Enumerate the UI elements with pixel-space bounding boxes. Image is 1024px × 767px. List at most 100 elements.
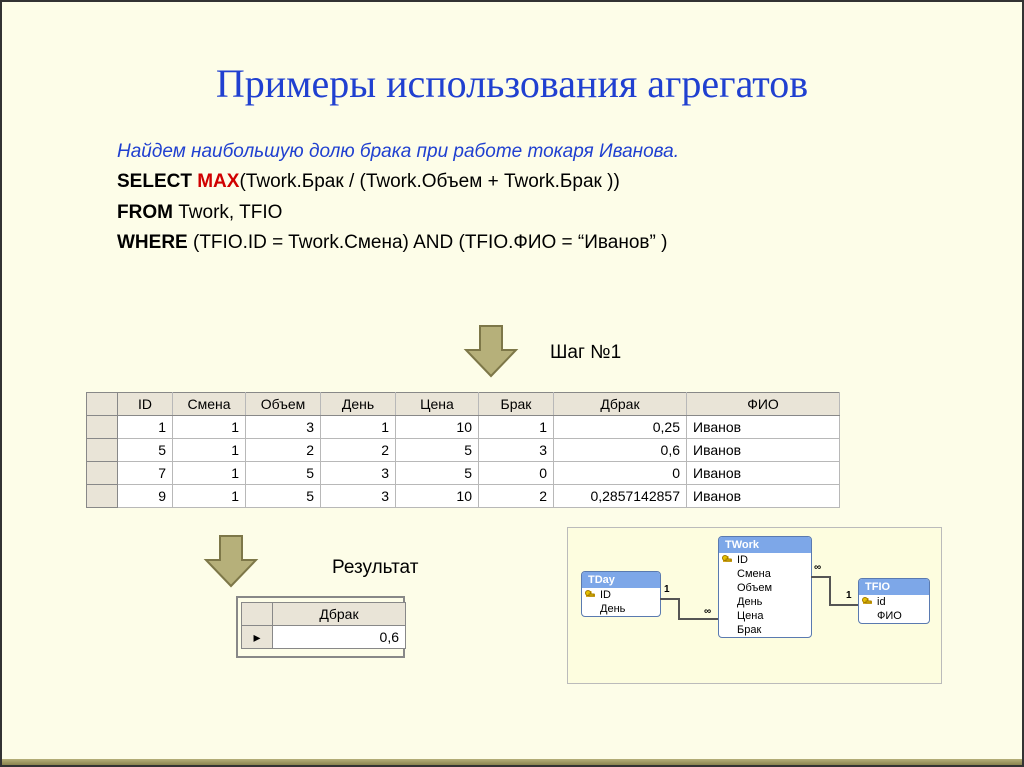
kw-from: FROM — [117, 202, 178, 223]
col-header: ID — [118, 393, 173, 416]
intro-line: Найдем наибольшую долю брака при работе … — [117, 137, 907, 167]
cell: 5 — [246, 462, 321, 485]
cell: 1 — [173, 439, 246, 462]
row-selector — [87, 439, 118, 462]
row-selector-current: ▸ — [242, 626, 273, 649]
row-selector — [87, 416, 118, 439]
result-header: Дбрак — [273, 603, 406, 626]
sql-rest-3: (TFIO.ID = Twork.Смена) AND (TFIO.ФИО = … — [193, 232, 667, 253]
schema-field: День — [582, 602, 660, 616]
schema-field: ФИО — [859, 609, 929, 623]
relation-many: ∞ — [704, 606, 711, 617]
cell: 9 — [118, 485, 173, 508]
col-header: Брак — [479, 393, 554, 416]
relation-line — [829, 576, 831, 604]
kw-select: SELECT — [117, 171, 197, 192]
sql-rest-2: Twork, TFIO — [178, 202, 282, 223]
col-header: Цена — [396, 393, 479, 416]
schema-field: Брак — [719, 623, 811, 637]
cell: 1 — [173, 485, 246, 508]
cell: 5 — [118, 439, 173, 462]
schema-table-twork: TWork ID Смена Объем День Цена Брак — [718, 536, 812, 638]
cell: 0 — [479, 462, 554, 485]
col-header: Объем — [246, 393, 321, 416]
cell: 5 — [396, 462, 479, 485]
schema-field: Цена — [719, 609, 811, 623]
cell: 3 — [321, 485, 396, 508]
schema-field: Смена — [719, 567, 811, 581]
cell: 1 — [173, 462, 246, 485]
kw-where: WHERE — [117, 232, 193, 253]
row-selector-header — [87, 393, 118, 416]
cell: 3 — [321, 462, 396, 485]
body-text: Найдем наибольшую долю брака при работе … — [117, 137, 907, 259]
schema-field-label: ID — [737, 554, 748, 566]
cell: 10 — [396, 485, 479, 508]
result-value: 0,6 — [273, 626, 406, 649]
cell: Иванов — [687, 439, 840, 462]
cell: Иванов — [687, 462, 840, 485]
cell: 0 — [554, 462, 687, 485]
step-label: Шаг №1 — [550, 342, 621, 364]
schema-field-key: ID — [582, 588, 660, 602]
schema-field-label: ID — [600, 589, 611, 601]
table-header-row: ID Смена Объем День Цена Брак Дбрак ФИО — [87, 393, 840, 416]
arrow-down-icon — [202, 532, 260, 590]
cell: 0,25 — [554, 416, 687, 439]
cell: 3 — [246, 416, 321, 439]
cell: 0,2857142857 — [554, 485, 687, 508]
row-selector — [87, 462, 118, 485]
arrow-down-icon — [462, 322, 520, 380]
schema-field: Объем — [719, 581, 811, 595]
relationship-diagram: TDay ID День TWork ID Смена Объем День Ц… — [567, 527, 942, 684]
schema-title: TFIO — [859, 579, 929, 595]
sql-rest-1: (Twork.Брак / (Twork.Объем + Twork.Брак … — [239, 171, 619, 192]
cell: 2 — [321, 439, 396, 462]
cell: 3 — [479, 439, 554, 462]
col-header: ФИО — [687, 393, 840, 416]
kw-max: MAX — [197, 171, 239, 192]
schema-table-tday: TDay ID День — [581, 571, 661, 617]
sql-line-3: WHERE (TFIO.ID = Twork.Смена) AND (TFIO.… — [117, 228, 907, 258]
row-selector — [87, 485, 118, 508]
cell: Иванов — [687, 485, 840, 508]
cell: 1 — [118, 416, 173, 439]
schema-field-key: id — [859, 595, 929, 609]
relation-one: 1 — [846, 590, 852, 601]
col-header: День — [321, 393, 396, 416]
table-row: 9 1 5 3 10 2 0,2857142857 Иванов — [87, 485, 840, 508]
table-row: 5 1 2 2 5 3 0,6 Иванов — [87, 439, 840, 462]
relation-line — [811, 576, 829, 578]
table-row: 7 1 5 3 5 0 0 Иванов — [87, 462, 840, 485]
step1-table: ID Смена Объем День Цена Брак Дбрак ФИО … — [86, 392, 840, 508]
relation-line — [660, 598, 678, 600]
slide-title: Примеры использования агрегатов — [2, 2, 1022, 107]
cell: 7 — [118, 462, 173, 485]
relation-line — [678, 598, 680, 618]
cell: 5 — [396, 439, 479, 462]
schema-field-key: ID — [719, 553, 811, 567]
schema-title: TWork — [719, 537, 811, 553]
cell: 1 — [479, 416, 554, 439]
table-row: 1 1 3 1 10 1 0,25 Иванов — [87, 416, 840, 439]
footer-accent — [2, 759, 1022, 765]
cell: 2 — [246, 439, 321, 462]
relation-one: 1 — [664, 584, 670, 595]
cell: 1 — [321, 416, 396, 439]
schema-field-label: id — [877, 596, 886, 608]
schema-title: TDay — [582, 572, 660, 588]
cell: 0,6 — [554, 439, 687, 462]
relation-many: ∞ — [814, 562, 821, 573]
result-label: Результат — [332, 557, 418, 579]
cell: 1 — [173, 416, 246, 439]
sql-line-1: SELECT MAX(Twork.Брак / (Twork.Объем + T… — [117, 167, 907, 197]
relation-line — [678, 618, 718, 620]
sql-line-2: FROM Twork, TFIO — [117, 198, 907, 228]
cell: Иванов — [687, 416, 840, 439]
schema-field: День — [719, 595, 811, 609]
col-header: Смена — [173, 393, 246, 416]
cell: 10 — [396, 416, 479, 439]
col-header: Дбрак — [554, 393, 687, 416]
cell: 2 — [479, 485, 554, 508]
result-table: Дбрак ▸0,6 — [241, 602, 406, 649]
